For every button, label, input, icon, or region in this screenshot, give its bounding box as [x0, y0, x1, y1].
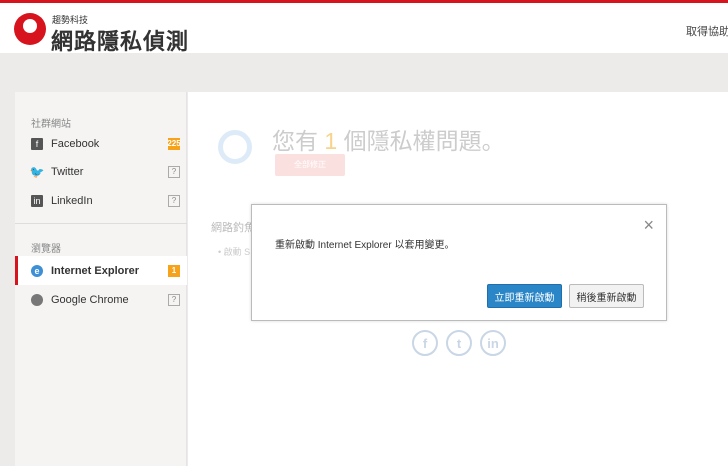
twitter-share-icon[interactable]: t: [446, 330, 472, 356]
facebook-share-icon[interactable]: f: [412, 330, 438, 356]
dialog-message: 重新啟動 Internet Explorer 以套用變更。: [275, 240, 455, 251]
section-browser: 瀏覽器: [31, 244, 61, 255]
sidebar-item-google-chrome[interactable]: Google Chrome ?: [15, 285, 187, 314]
chrome-icon: [31, 293, 43, 306]
issue-badge: 225: [167, 137, 181, 150]
unknown-badge: ?: [168, 194, 180, 207]
help-link[interactable]: 取得協助: [686, 23, 728, 39]
sidebar-item-internet-explorer[interactable]: e Internet Explorer 1: [15, 256, 187, 285]
facebook-icon: f: [31, 137, 43, 150]
sidebar-item-label: Twitter: [51, 165, 84, 178]
restart-later-button[interactable]: 稍後重新啟動: [569, 284, 644, 308]
issue-count: 1: [324, 128, 338, 154]
logo-icon: [14, 13, 46, 45]
section-heading: 網路釣魚: [211, 222, 255, 234]
sidebar-item-linkedin[interactable]: in LinkedIn ?: [15, 186, 187, 215]
restart-now-button[interactable]: 立即重新啟動: [487, 284, 562, 308]
sidebar-item-facebook[interactable]: f Facebook 225: [15, 129, 187, 158]
linkedin-icon: in: [31, 194, 43, 207]
restart-dialog: × 重新啟動 Internet Explorer 以套用變更。 立即重新啟動 稍…: [251, 204, 667, 321]
sidebar: 社群網站 f Facebook 225 🐦 Twitter ? in Linke…: [15, 92, 187, 466]
sidebar-item-label: Facebook: [51, 137, 100, 150]
sidebar-item-twitter[interactable]: 🐦 Twitter ?: [15, 157, 187, 186]
twitter-icon: 🐦: [29, 164, 45, 179]
app-title: 網路隱私偵測: [51, 29, 190, 54]
setting-item: • 啟動 S: [218, 247, 251, 257]
sidebar-item-label: Internet Explorer: [51, 264, 140, 277]
headline-text: 您有: [272, 128, 325, 154]
sidebar-item-label: LinkedIn: [51, 194, 93, 207]
close-icon[interactable]: ×: [643, 215, 654, 236]
unknown-badge: ?: [168, 293, 180, 306]
issue-headline: 您有 1 個隱私權問題。: [272, 122, 505, 156]
sidebar-item-label: Google Chrome: [51, 293, 129, 306]
internet-explorer-icon: e: [31, 264, 43, 277]
headline-text: 個隱私權問題。: [337, 128, 505, 154]
unknown-badge: ?: [168, 165, 180, 178]
issue-badge: 1: [168, 264, 180, 277]
section-social: 社群網站: [31, 119, 71, 130]
header: 趨勢科技 網路隱私偵測 取得協助: [0, 3, 728, 54]
fix-all-button[interactable]: 全部修正: [275, 154, 345, 176]
linkedin-share-icon[interactable]: in: [480, 330, 506, 356]
internet-explorer-logo-icon: [218, 130, 252, 164]
divider: [15, 223, 187, 224]
